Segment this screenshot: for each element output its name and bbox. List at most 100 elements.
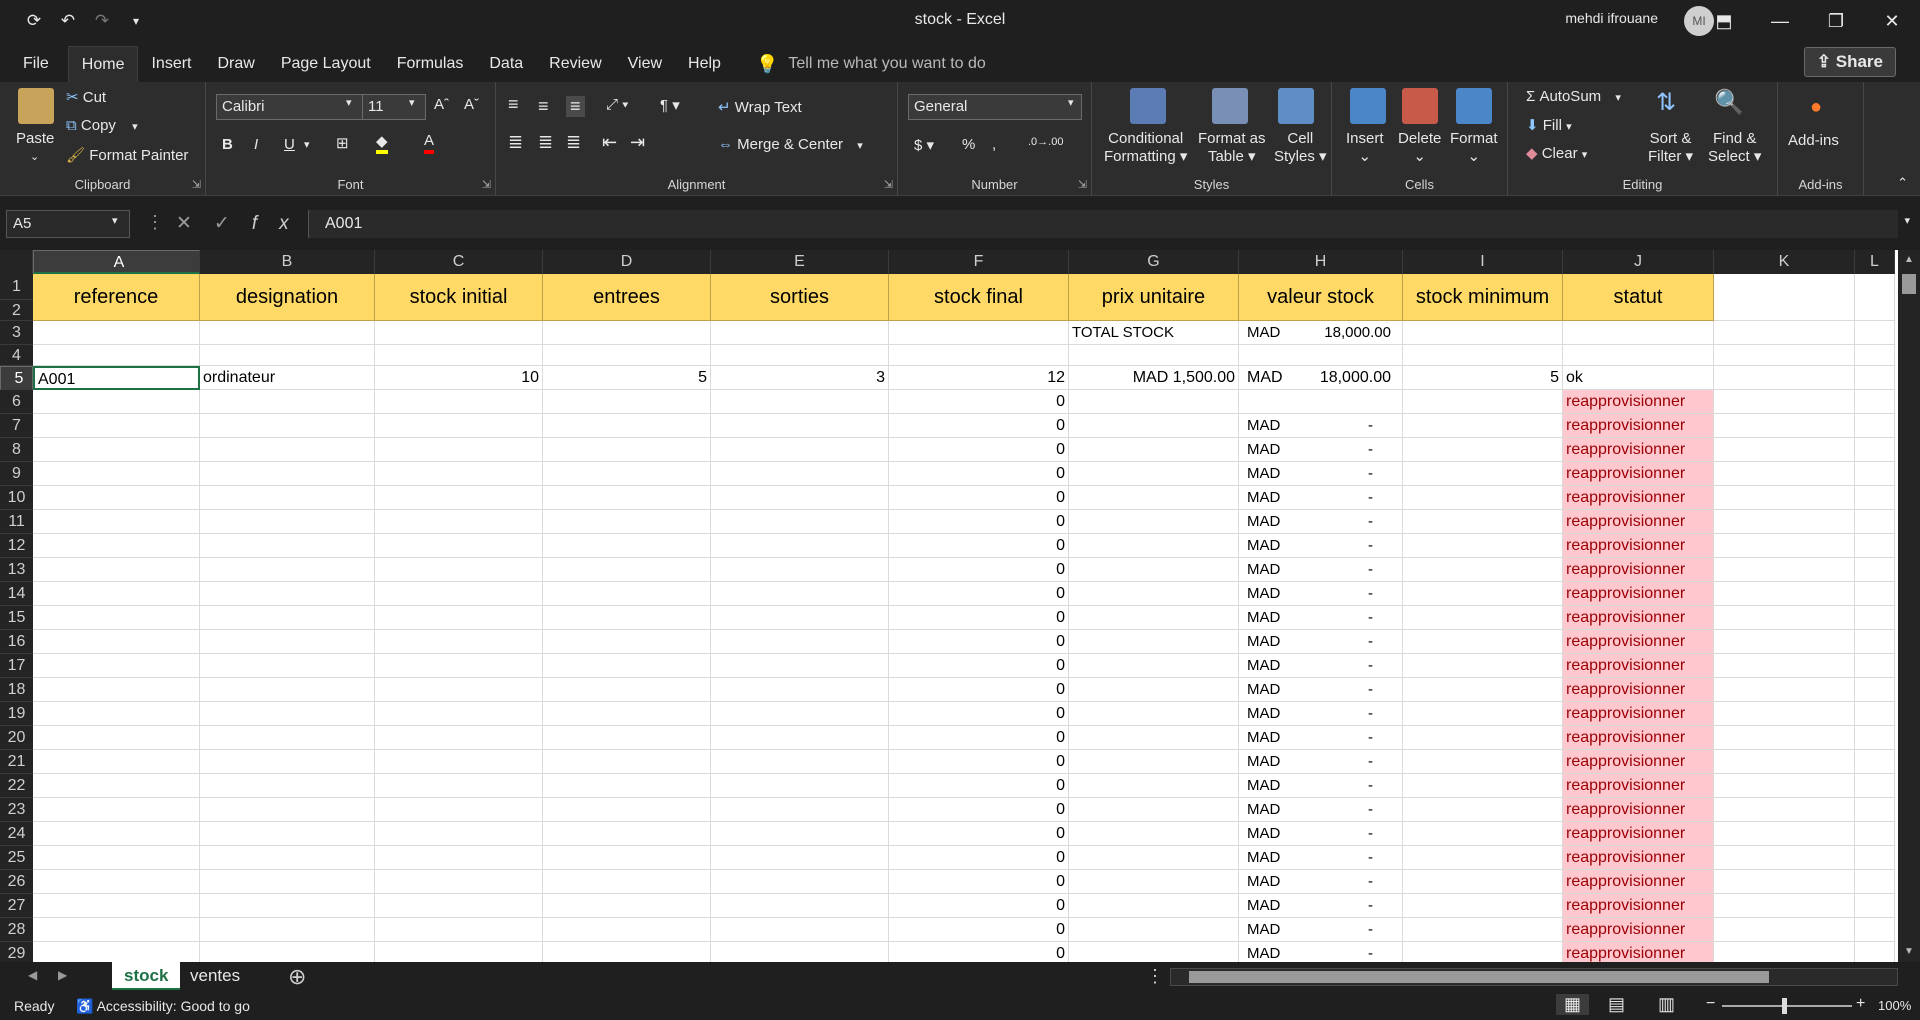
cell-stock-final[interactable]: 0 [889,438,1069,462]
insert-button[interactable]: Insert ⌄ [1346,130,1384,166]
page-break-view-icon[interactable]: ▥ [1658,994,1675,1015]
cell-stock-final[interactable]: 0 [889,774,1069,798]
tab-review[interactable]: Review [536,46,614,82]
cell-empty[interactable] [375,390,543,414]
cell-empty[interactable] [33,942,200,962]
column-header-e[interactable]: E [711,250,889,274]
cell-empty[interactable] [200,702,375,726]
cell-stock-final[interactable]: 0 [889,486,1069,510]
sheet-tab-ventes[interactable]: ventes [178,962,252,990]
zoom-in-icon[interactable]: + [1856,995,1865,1013]
cell-empty[interactable] [711,750,889,774]
cell-stock-final[interactable]: 0 [889,510,1069,534]
cell-empty[interactable] [375,942,543,962]
cell-stock-final[interactable]: 0 [889,606,1069,630]
cell-statut[interactable]: reapprovisionner [1563,558,1714,582]
cell-empty[interactable] [1403,726,1563,750]
cell-statut[interactable]: reapprovisionner [1563,798,1714,822]
cell-empty[interactable] [1714,822,1855,846]
cell-empty[interactable] [1069,702,1239,726]
underline-button[interactable]: U [284,136,295,153]
cell-empty[interactable] [711,942,889,962]
row-header-4[interactable]: 4 [0,345,33,366]
wrap-text-button[interactable]: ↵ Wrap Text [718,98,802,116]
cell-empty[interactable] [1714,414,1855,438]
cell-empty[interactable] [1714,654,1855,678]
cell-empty[interactable] [1714,726,1855,750]
cell-empty[interactable] [200,486,375,510]
cell-empty[interactable] [33,321,200,345]
cell-stock-final[interactable]: 0 [889,702,1069,726]
row-header-28[interactable]: 28 [0,918,33,942]
align-right-icon[interactable]: ≣ [566,132,581,153]
cell-empty[interactable] [711,822,889,846]
collapse-ribbon-icon[interactable]: ⌃ [1897,175,1908,191]
zoom-slider[interactable] [1722,998,1852,1014]
undo-icon[interactable]: ↶ [56,11,80,31]
cell-empty[interactable] [33,822,200,846]
cell-empty[interactable] [1855,558,1895,582]
cell-empty[interactable] [1563,345,1714,366]
cell-empty[interactable] [1714,606,1855,630]
cell-empty[interactable] [1855,321,1895,345]
column-header-f[interactable]: F [889,250,1069,274]
cell-statut[interactable]: reapprovisionner [1563,510,1714,534]
cell-empty[interactable] [711,558,889,582]
cell-empty[interactable] [1069,510,1239,534]
cell-empty[interactable] [711,870,889,894]
number-format-select[interactable]: General [908,94,1082,120]
currency-icon[interactable]: $ ▾ [914,136,934,154]
cell-empty[interactable] [1403,918,1563,942]
cell-empty[interactable] [1855,654,1895,678]
cell-empty[interactable] [543,534,711,558]
cell-empty[interactable] [1855,274,1895,321]
clear-button[interactable]: ◆ Clear ▾ [1526,144,1587,162]
cell-empty[interactable] [1714,582,1855,606]
cell-empty[interactable] [543,702,711,726]
cell-empty[interactable] [200,678,375,702]
cell-empty[interactable] [1855,486,1895,510]
cell-empty[interactable] [543,822,711,846]
cell-empty[interactable] [711,798,889,822]
cell-empty[interactable] [543,390,711,414]
cell-empty[interactable] [1239,345,1403,366]
cell-statut[interactable]: reapprovisionner [1563,606,1714,630]
cell-empty[interactable] [33,846,200,870]
increase-indent-icon[interactable]: ⇥ [630,132,645,153]
column-header-i[interactable]: I [1403,250,1563,274]
enter-icon[interactable]: ✓ [214,213,252,234]
cell-empty[interactable] [1069,558,1239,582]
cell-empty[interactable] [1069,894,1239,918]
cell-empty[interactable] [1403,678,1563,702]
next-sheet-icon[interactable]: ▶ [58,968,67,982]
borders-icon[interactable]: ⊞ [336,134,349,152]
customize-qat-icon[interactable]: ▾ [124,14,148,28]
bottom-align-icon[interactable]: ≡ [566,96,585,117]
zoom-level[interactable]: 100% [1878,998,1911,1013]
percent-icon[interactable]: % [962,136,975,153]
decrease-indent-icon[interactable]: ⇤ [602,132,617,153]
tab-home[interactable]: Home [67,46,139,82]
header-cell[interactable]: designation [200,274,375,321]
text-direction-icon[interactable]: ¶ ▾ [660,96,680,114]
cell-empty[interactable] [1714,462,1855,486]
cancel-icon[interactable]: ✕ [176,213,214,234]
cell-stock-final[interactable]: 0 [889,750,1069,774]
increase-decimal-icon[interactable]: .0→.00 [1028,136,1063,148]
cell-statut[interactable]: reapprovisionner [1563,414,1714,438]
cell-stock-final[interactable]: 0 [889,726,1069,750]
cell-empty[interactable] [33,654,200,678]
row-header-8[interactable]: 8 [0,438,33,462]
cell-empty[interactable] [33,582,200,606]
cell-empty[interactable] [543,726,711,750]
cell-stock-final[interactable]: 0 [889,390,1069,414]
fx-icon[interactable]: fx [252,213,311,234]
row-header-19[interactable]: 19 [0,702,33,726]
cell-empty[interactable] [543,558,711,582]
cell-empty[interactable] [1403,390,1563,414]
cell-empty[interactable] [375,822,543,846]
cell-styles-button[interactable]: Cell Styles ▾ [1274,130,1327,166]
cell-empty[interactable] [1069,774,1239,798]
tab-help[interactable]: Help [675,46,734,82]
header-cell[interactable]: valeur stock [1239,274,1403,321]
